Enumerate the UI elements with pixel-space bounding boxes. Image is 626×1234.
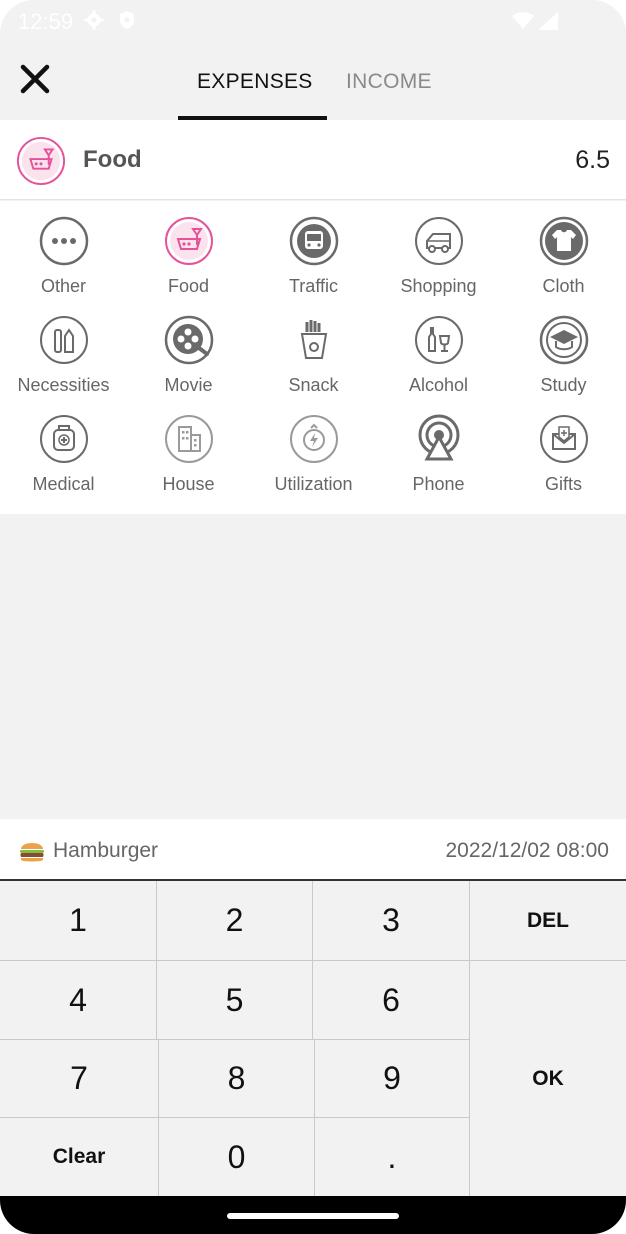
food-icon — [165, 217, 213, 265]
category-label: House — [162, 474, 215, 494]
envelope-gift-icon — [540, 415, 588, 463]
category-alcohol[interactable]: Alcohol — [376, 300, 501, 396]
lightning-icon — [290, 415, 338, 463]
key-9[interactable]: 9 — [315, 1040, 470, 1118]
building-icon — [165, 415, 213, 463]
key-6[interactable]: 6 — [313, 961, 470, 1040]
status-bar: 12:59 — [0, 0, 626, 44]
category-house[interactable]: House — [126, 399, 251, 495]
note-text[interactable]: Hamburger — [53, 839, 158, 863]
tab-expenses[interactable]: EXPENSES — [197, 70, 313, 94]
category-label: Cloth — [542, 276, 585, 296]
tab-income[interactable]: INCOME — [346, 70, 432, 94]
category-label: Shopping — [400, 276, 477, 296]
fries-icon — [300, 320, 328, 359]
antenna-icon — [418, 414, 460, 461]
more-dots-icon — [39, 216, 89, 266]
top-bar: EXPENSES INCOME — [0, 44, 626, 120]
key-3[interactable]: 3 — [313, 881, 470, 961]
date-time[interactable]: 2022/12/02 08:00 — [446, 839, 610, 863]
medicine-bottle-icon — [40, 415, 88, 463]
category-utilization[interactable]: Utilization — [251, 399, 376, 495]
home-indicator[interactable] — [227, 1213, 399, 1219]
selected-category-row: Food 6.5 — [0, 120, 626, 200]
clear-button[interactable]: Clear — [0, 1118, 159, 1196]
key-decimal[interactable]: . — [315, 1118, 470, 1196]
bus-icon — [289, 216, 339, 266]
wine-icon — [415, 316, 463, 364]
hamburger-icon — [20, 843, 44, 862]
category-label: Food — [167, 276, 210, 296]
close-icon[interactable] — [18, 62, 52, 96]
category-grid: Other Food Traffic Shopping Cloth Necess… — [0, 201, 626, 514]
settings-gear-icon — [84, 10, 104, 30]
app-screen: 12:59 EXPENSES INCOME Food 6.5 Other Foo… — [0, 0, 626, 1234]
key-2[interactable]: 2 — [157, 881, 313, 961]
category-label: Snack — [288, 375, 339, 395]
category-label: Study — [540, 375, 587, 395]
empty-area — [0, 514, 626, 819]
category-phone[interactable]: Phone — [376, 399, 501, 495]
navigation-bar — [0, 1196, 626, 1234]
key-1[interactable]: 1 — [0, 881, 157, 961]
category-cloth[interactable]: Cloth — [501, 201, 626, 297]
tshirt-icon — [539, 216, 589, 266]
category-shopping[interactable]: Shopping — [376, 201, 501, 297]
selected-category-name: Food — [83, 146, 142, 173]
key-7[interactable]: 7 — [0, 1040, 159, 1118]
category-necessities[interactable]: Necessities — [1, 300, 126, 396]
category-other[interactable]: Other — [1, 201, 126, 297]
food-icon — [16, 136, 66, 186]
shield-icon — [120, 11, 134, 29]
signal-icon — [538, 12, 558, 30]
category-movie[interactable]: Movie — [126, 300, 251, 396]
category-traffic[interactable]: Traffic — [251, 201, 376, 297]
status-time: 12:59 — [18, 9, 74, 34]
category-study[interactable]: Study — [501, 300, 626, 396]
category-label: Utilization — [274, 474, 353, 494]
numeric-keypad: 1 2 3 DEL 4 5 6 7 8 9 OK Clear 0 . — [0, 881, 626, 1196]
category-label: Gifts — [544, 474, 582, 494]
category-snack[interactable]: Snack — [251, 300, 376, 396]
graduation-cap-icon — [539, 315, 589, 365]
toiletries-icon — [40, 316, 88, 364]
key-0[interactable]: 0 — [159, 1118, 315, 1196]
shopping-cart-icon — [415, 217, 463, 265]
wifi-icon — [512, 12, 534, 29]
category-label: Movie — [164, 375, 213, 395]
film-reel-icon — [164, 315, 214, 365]
key-5[interactable]: 5 — [157, 961, 313, 1040]
category-label: Traffic — [288, 276, 338, 296]
category-label: Alcohol — [408, 375, 469, 395]
amount-display: 6.5 — [575, 146, 610, 174]
note-row: Hamburger 2022/12/02 08:00 — [0, 819, 626, 881]
delete-button[interactable]: DEL — [470, 881, 626, 961]
category-food[interactable]: Food — [126, 201, 251, 297]
category-label: Phone — [412, 474, 465, 494]
key-4[interactable]: 4 — [0, 961, 157, 1040]
category-medical[interactable]: Medical — [1, 399, 126, 495]
category-gifts[interactable]: Gifts — [501, 399, 626, 495]
ok-button[interactable]: OK — [470, 961, 626, 1196]
key-8[interactable]: 8 — [159, 1040, 315, 1118]
